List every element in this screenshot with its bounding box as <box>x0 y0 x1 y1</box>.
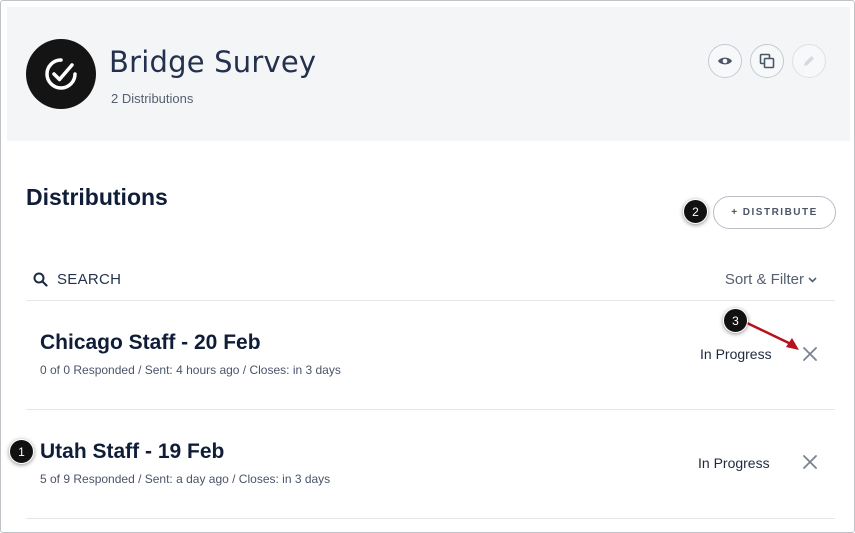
callout-arrow <box>745 321 799 350</box>
sort-filter-label: Sort & Filter <box>724 271 804 288</box>
search-field[interactable]: SEARCH <box>33 271 121 288</box>
status-label: In Progress <box>698 455 770 471</box>
distribution-meta: 5 of 9 Responded / Sent: a day ago / Clo… <box>40 472 331 486</box>
section-heading: Distributions <box>26 184 168 210</box>
page-frame: Bridge Survey 2 Distributions Distributi… <box>0 0 855 533</box>
survey-logo-icon <box>26 39 96 109</box>
close-icon[interactable] <box>800 452 820 472</box>
distribute-button[interactable]: + DISTRIBUTE <box>713 196 836 229</box>
preview-button[interactable] <box>708 44 742 78</box>
callout-badge-3: 3 <box>723 308 748 333</box>
page-title: Bridge Survey <box>109 45 317 79</box>
search-icon <box>33 272 48 287</box>
edit-button[interactable] <box>792 44 826 78</box>
callout-badge-2: 2 <box>683 199 708 224</box>
divider <box>26 518 835 519</box>
callout-badge-1: 1 <box>9 439 34 464</box>
survey-header: Bridge Survey 2 Distributions <box>7 7 850 141</box>
distribution-count: 2 Distributions <box>111 91 194 106</box>
distribution-meta: 0 of 0 Responded / Sent: 4 hours ago / C… <box>40 363 341 377</box>
divider <box>26 409 835 410</box>
copy-button[interactable] <box>750 44 784 78</box>
pencil-icon <box>804 56 814 66</box>
copy-icon <box>759 53 775 69</box>
divider <box>26 300 835 301</box>
distribution-title[interactable]: Utah Staff - 19 Feb <box>40 440 224 464</box>
search-label: SEARCH <box>57 271 122 288</box>
eye-icon <box>718 57 732 65</box>
distribution-title[interactable]: Chicago Staff - 20 Feb <box>40 331 261 355</box>
sort-filter-button[interactable]: Sort & Filter <box>725 271 817 288</box>
chevron-down-icon <box>808 276 817 283</box>
